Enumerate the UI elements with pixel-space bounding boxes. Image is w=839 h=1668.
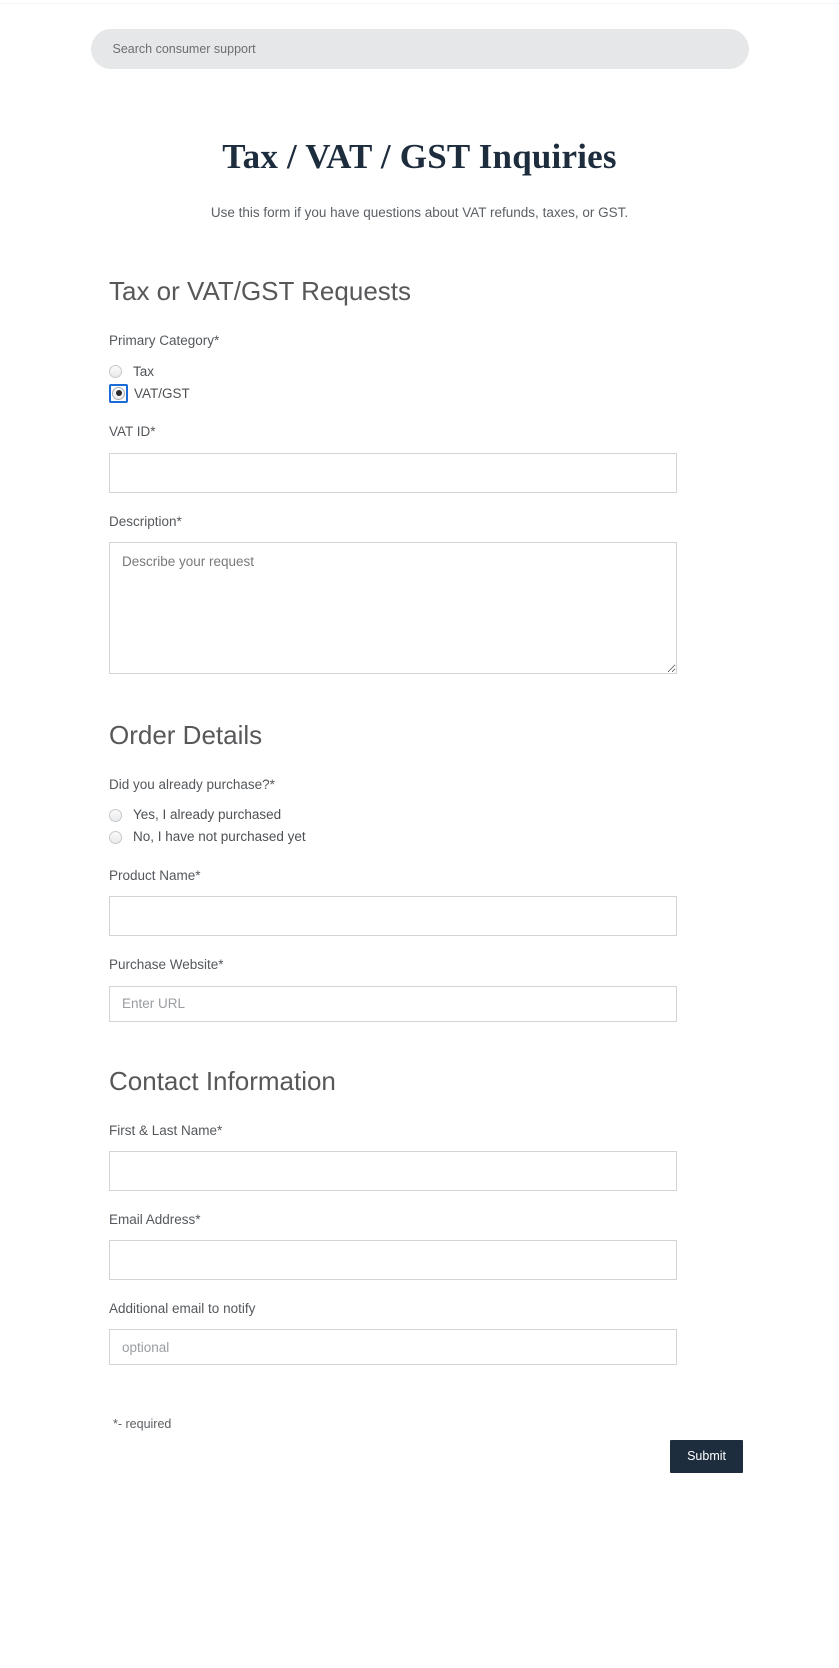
radio-group-already-purchased: Yes, I already purchased No, I have not …: [109, 805, 677, 847]
radio-option-vat-gst[interactable]: VAT/GST: [109, 383, 677, 403]
label-additional-email: Additional email to notify: [109, 1301, 256, 1317]
radio-label-no-purchased: No, I have not purchased yet: [133, 829, 306, 845]
field-full-name: First & Last Name*: [109, 1123, 677, 1191]
field-description: Description*: [109, 514, 677, 674]
label-already-purchased: Did you already purchase?*: [109, 776, 275, 792]
label-product-name: Product Name*: [109, 868, 201, 884]
label-vat-id: VAT ID*: [109, 424, 156, 440]
label-description: Description*: [109, 513, 182, 529]
radio-label-yes-purchased: Yes, I already purchased: [133, 807, 282, 823]
field-vat-id: VAT ID*: [109, 424, 677, 493]
field-purchase-website: Purchase Website*: [109, 957, 677, 1022]
radio-group-primary-category: Tax VAT/GST: [109, 361, 677, 403]
vat-id-input[interactable]: [109, 452, 677, 493]
submit-button[interactable]: Submit: [670, 1440, 743, 1473]
label-purchase-website: Purchase Website*: [109, 957, 224, 973]
radio-icon-no-purchased[interactable]: [109, 830, 122, 844]
field-product-name: Product Name*: [109, 868, 677, 937]
product-name-input[interactable]: [109, 896, 677, 937]
purchase-website-input[interactable]: [109, 985, 677, 1022]
field-additional-email: Additional email to notify: [109, 1301, 677, 1366]
support-form: Tax or VAT/GST Requests Primary Category…: [109, 220, 743, 1507]
section-title-tax: Tax or VAT/GST Requests: [109, 276, 411, 306]
page-title: Tax / VAT / GST Inquiries: [222, 137, 617, 176]
radio-icon-yes-purchased[interactable]: [109, 808, 122, 822]
radio-option-yes-purchased[interactable]: Yes, I already purchased: [109, 805, 677, 825]
radio-label-vat-gst: VAT/GST: [134, 385, 190, 401]
required-note: *- required: [113, 1417, 172, 1432]
radio-option-tax[interactable]: Tax: [109, 361, 677, 381]
radio-option-no-purchased[interactable]: No, I have not purchased yet: [109, 827, 677, 847]
additional-email-input[interactable]: [109, 1329, 677, 1366]
focus-ring-vat-gst: [109, 383, 128, 403]
label-full-name: First & Last Name*: [109, 1122, 223, 1138]
page-root: Tax / VAT / GST Inquiries Use this form …: [0, 0, 839, 1668]
field-primary-category: Primary Category* Tax VAT/GST: [109, 333, 677, 403]
search-bar-container: [0, 4, 839, 69]
radio-icon-tax[interactable]: [109, 364, 122, 378]
description-textarea[interactable]: [109, 541, 677, 674]
hero-header: Tax / VAT / GST Inquiries Use this form …: [0, 69, 839, 220]
section-title-contact-information: Contact Information: [109, 1065, 336, 1096]
radio-icon-vat-gst[interactable]: [112, 386, 125, 400]
field-already-purchased: Did you already purchase?* Yes, I alread…: [109, 777, 677, 847]
section-title-order-details: Order Details: [109, 719, 263, 750]
full-name-input[interactable]: [109, 1150, 677, 1191]
radio-label-tax: Tax: [133, 363, 155, 379]
label-primary-category: Primary Category*: [109, 333, 220, 349]
label-email-address: Email Address*: [109, 1211, 201, 1227]
page-subtitle: Use this form if you have questions abou…: [210, 205, 629, 220]
form-footer: *- required Submit: [109, 1417, 743, 1507]
field-email-address: Email Address*: [109, 1211, 677, 1281]
email-address-input[interactable]: [109, 1240, 677, 1281]
search-input[interactable]: [90, 29, 749, 69]
